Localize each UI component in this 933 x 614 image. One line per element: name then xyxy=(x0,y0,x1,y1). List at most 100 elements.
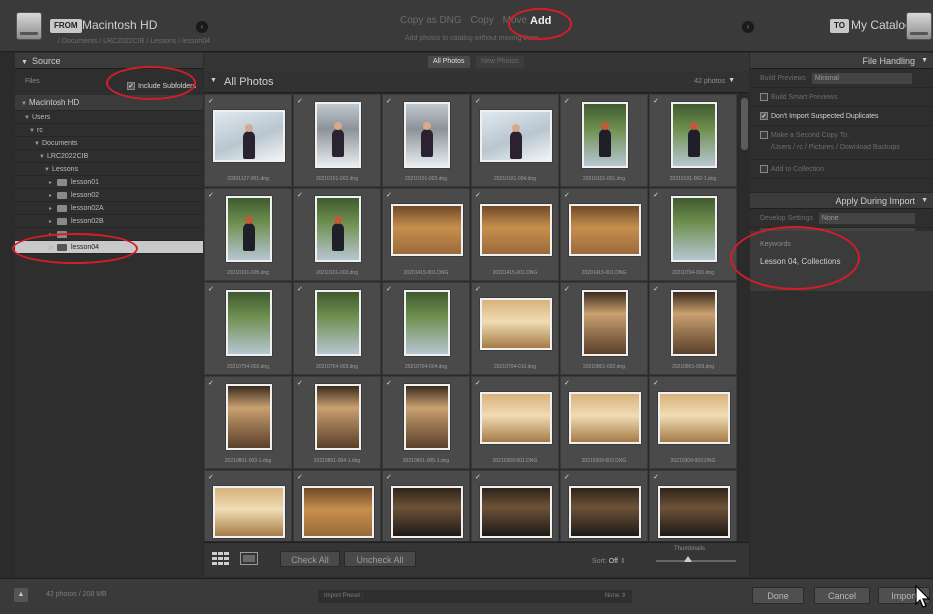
check-all-button[interactable]: Check All xyxy=(280,551,340,567)
photo-cell[interactable]: ✓ 20201415-001.DNG xyxy=(560,188,648,281)
folder-row[interactable]: ▼ LRC2022CIB xyxy=(15,150,203,163)
apply-during-import-header[interactable]: Apply During Import ▼ xyxy=(750,193,933,209)
collapse-triangle-icon[interactable]: ▼ xyxy=(210,77,217,84)
photo-cell[interactable]: ✓ 20210801-004-1.dng xyxy=(293,376,381,469)
uncheck-all-button[interactable]: Uncheck All xyxy=(344,551,416,567)
photo-checkbox[interactable]: ✓ xyxy=(564,379,570,387)
photo-cell[interactable]: ✓ 20210704-010.dng xyxy=(471,282,559,375)
photo-checkbox[interactable]: ✓ xyxy=(564,285,570,293)
photo-checkbox[interactable]: ✓ xyxy=(564,97,570,105)
dont-import-duplicates-row[interactable]: ✓ Don't Import Suspected Duplicates xyxy=(750,107,933,126)
photo-checkbox[interactable]: ✓ xyxy=(475,473,481,481)
photo-cell[interactable]: ✓ xyxy=(471,470,559,541)
smart-previews-row[interactable]: Build Smart Previews xyxy=(750,88,933,107)
grid-view-icon[interactable] xyxy=(212,552,230,565)
second-copy-row[interactable]: Make a Second Copy To: /Users / rc / Pic… xyxy=(750,126,933,160)
done-button[interactable]: Done xyxy=(752,587,804,604)
photo-cell[interactable]: ✓ 20210309-002.DNG xyxy=(560,376,648,469)
photo-checkbox[interactable]: ✓ xyxy=(297,191,303,199)
photo-cell[interactable]: ✓ 20210101-002-1.dng xyxy=(649,94,737,187)
from-location[interactable]: Macintosh HD xyxy=(82,18,157,32)
photo-checkbox[interactable]: ✓ xyxy=(653,379,659,387)
photo-cell[interactable]: ✓ xyxy=(649,470,737,541)
photo-cell[interactable]: ✓ 20210801-003-1.dng xyxy=(204,376,292,469)
photo-checkbox[interactable]: ✓ xyxy=(564,473,570,481)
folder-row[interactable]: ▸ lesson02 xyxy=(15,189,203,202)
sort-control[interactable]: Sort: Off ⇕ xyxy=(592,557,626,565)
tab-new-photos[interactable]: New Photos xyxy=(476,56,524,68)
tab-all-photos[interactable]: All Photos xyxy=(428,56,470,68)
to-location[interactable]: My Catalog xyxy=(851,18,912,32)
photo-cell[interactable]: ✓ 20210101-001.dng xyxy=(560,94,648,187)
photo-cell[interactable]: ✓ xyxy=(382,470,470,541)
photo-cell[interactable]: ✓ 20210801-002.dng xyxy=(560,282,648,375)
photo-cell[interactable]: ✓ 20210704-003.dng xyxy=(293,282,381,375)
build-previews-select[interactable]: Minimal xyxy=(811,73,912,84)
photo-checkbox[interactable]: ✓ xyxy=(386,473,392,481)
photo-cell[interactable]: ✓ xyxy=(204,470,292,541)
photo-checkbox[interactable]: ✓ xyxy=(208,97,214,105)
folder-row[interactable]: ▼ Lessons xyxy=(15,163,203,176)
photo-cell[interactable]: ✓ xyxy=(293,470,381,541)
photo-checkbox[interactable]: ✓ xyxy=(653,285,659,293)
mode-copy-as-dng[interactable]: Copy as DNG xyxy=(400,15,462,26)
photo-checkbox[interactable]: ✓ xyxy=(653,191,659,199)
photo-checkbox[interactable]: ✓ xyxy=(653,97,659,105)
photo-checkbox[interactable]: ✓ xyxy=(386,191,392,199)
grid-menu-triangle-icon[interactable]: ▼ xyxy=(728,77,735,84)
add-to-collection-row[interactable]: Add to Collection xyxy=(750,160,933,179)
photo-cell[interactable]: ✓ 20201415-001.DNG xyxy=(382,188,470,281)
photo-cell[interactable]: ✓ 20210704-004.dng xyxy=(382,282,470,375)
folder-row[interactable]: ▼ Documents xyxy=(15,137,203,150)
photo-checkbox[interactable]: ✓ xyxy=(564,191,570,199)
folder-row[interactable]: ▸ lesson01 xyxy=(15,176,203,189)
folder-row[interactable]: ▸ lesson02A xyxy=(15,202,203,215)
photo-checkbox[interactable]: ✓ xyxy=(208,473,214,481)
photo-checkbox[interactable]: ✓ xyxy=(297,379,303,387)
import-preset-select[interactable]: Import Preset : None ⇕ xyxy=(318,590,632,603)
file-handling-header[interactable]: File Handling ▼ xyxy=(750,53,933,69)
develop-settings-select[interactable]: None xyxy=(818,213,915,224)
photo-cell[interactable]: ✓ 20210309-003.DNG xyxy=(649,376,737,469)
photo-checkbox[interactable]: ✓ xyxy=(386,97,392,105)
toggle-compact-icon[interactable]: ▲ xyxy=(14,588,28,602)
slider-knob[interactable] xyxy=(684,556,692,562)
grid-scrollbar[interactable] xyxy=(740,94,749,541)
photo-checkbox[interactable]: ✓ xyxy=(386,379,392,387)
photo-checkbox[interactable]: ✓ xyxy=(653,473,659,481)
destination-drive-icon[interactable] xyxy=(906,12,932,40)
photo-checkbox[interactable]: ✓ xyxy=(475,379,481,387)
photo-checkbox[interactable]: ✓ xyxy=(297,97,303,105)
photo-cell[interactable]: ✓ 20210801-005-1.dng xyxy=(382,376,470,469)
loupe-view-icon[interactable] xyxy=(240,552,258,565)
mode-copy[interactable]: Copy xyxy=(470,15,493,26)
photo-cell[interactable]: ✓ 20201415-001.DNG xyxy=(471,188,559,281)
photo-checkbox[interactable]: ✓ xyxy=(297,285,303,293)
photo-cell[interactable]: ✓ 20210704-001.dng xyxy=(649,188,737,281)
folder-row[interactable]: ▼ Users xyxy=(15,111,203,124)
photo-cell[interactable]: ✓ xyxy=(560,470,648,541)
photo-checkbox[interactable]: ✓ xyxy=(475,97,481,105)
scrollbar-thumb[interactable] xyxy=(741,98,748,150)
photo-checkbox[interactable]: ✓ xyxy=(386,285,392,293)
photo-cell[interactable]: ✓ 20201127-001.dng xyxy=(204,94,292,187)
photo-checkbox[interactable]: ✓ xyxy=(208,379,214,387)
folder-row[interactable]: ▸ lesson02B xyxy=(15,215,203,228)
photo-cell[interactable]: ✓ 20210101-003.dng xyxy=(293,188,381,281)
photo-checkbox[interactable]: ✓ xyxy=(297,473,303,481)
photo-cell[interactable]: ✓ 20210101-004.dng xyxy=(471,94,559,187)
photo-cell[interactable]: ✓ 20210801-003.dng xyxy=(649,282,737,375)
photo-checkbox[interactable]: ✓ xyxy=(475,191,481,199)
photo-checkbox[interactable]: ✓ xyxy=(208,191,214,199)
photo-cell[interactable]: ✓ 20210101-003.dng xyxy=(382,94,470,187)
photo-cell[interactable]: ✓ 20210704-002.dng xyxy=(204,282,292,375)
photo-cell[interactable]: ✓ 20210309-001.DNG xyxy=(471,376,559,469)
source-header[interactable]: ▼ Source xyxy=(15,53,203,69)
thumbnail-size-slider[interactable] xyxy=(656,560,736,562)
photo-cell[interactable]: ✓ 20210101-005.dng xyxy=(204,188,292,281)
source-drive-icon[interactable] xyxy=(16,12,42,40)
cancel-button[interactable]: Cancel xyxy=(814,587,870,604)
photo-checkbox[interactable]: ✓ xyxy=(475,285,481,293)
photo-cell[interactable]: ✓ 20210101-002.dng xyxy=(293,94,381,187)
photo-checkbox[interactable]: ✓ xyxy=(208,285,214,293)
